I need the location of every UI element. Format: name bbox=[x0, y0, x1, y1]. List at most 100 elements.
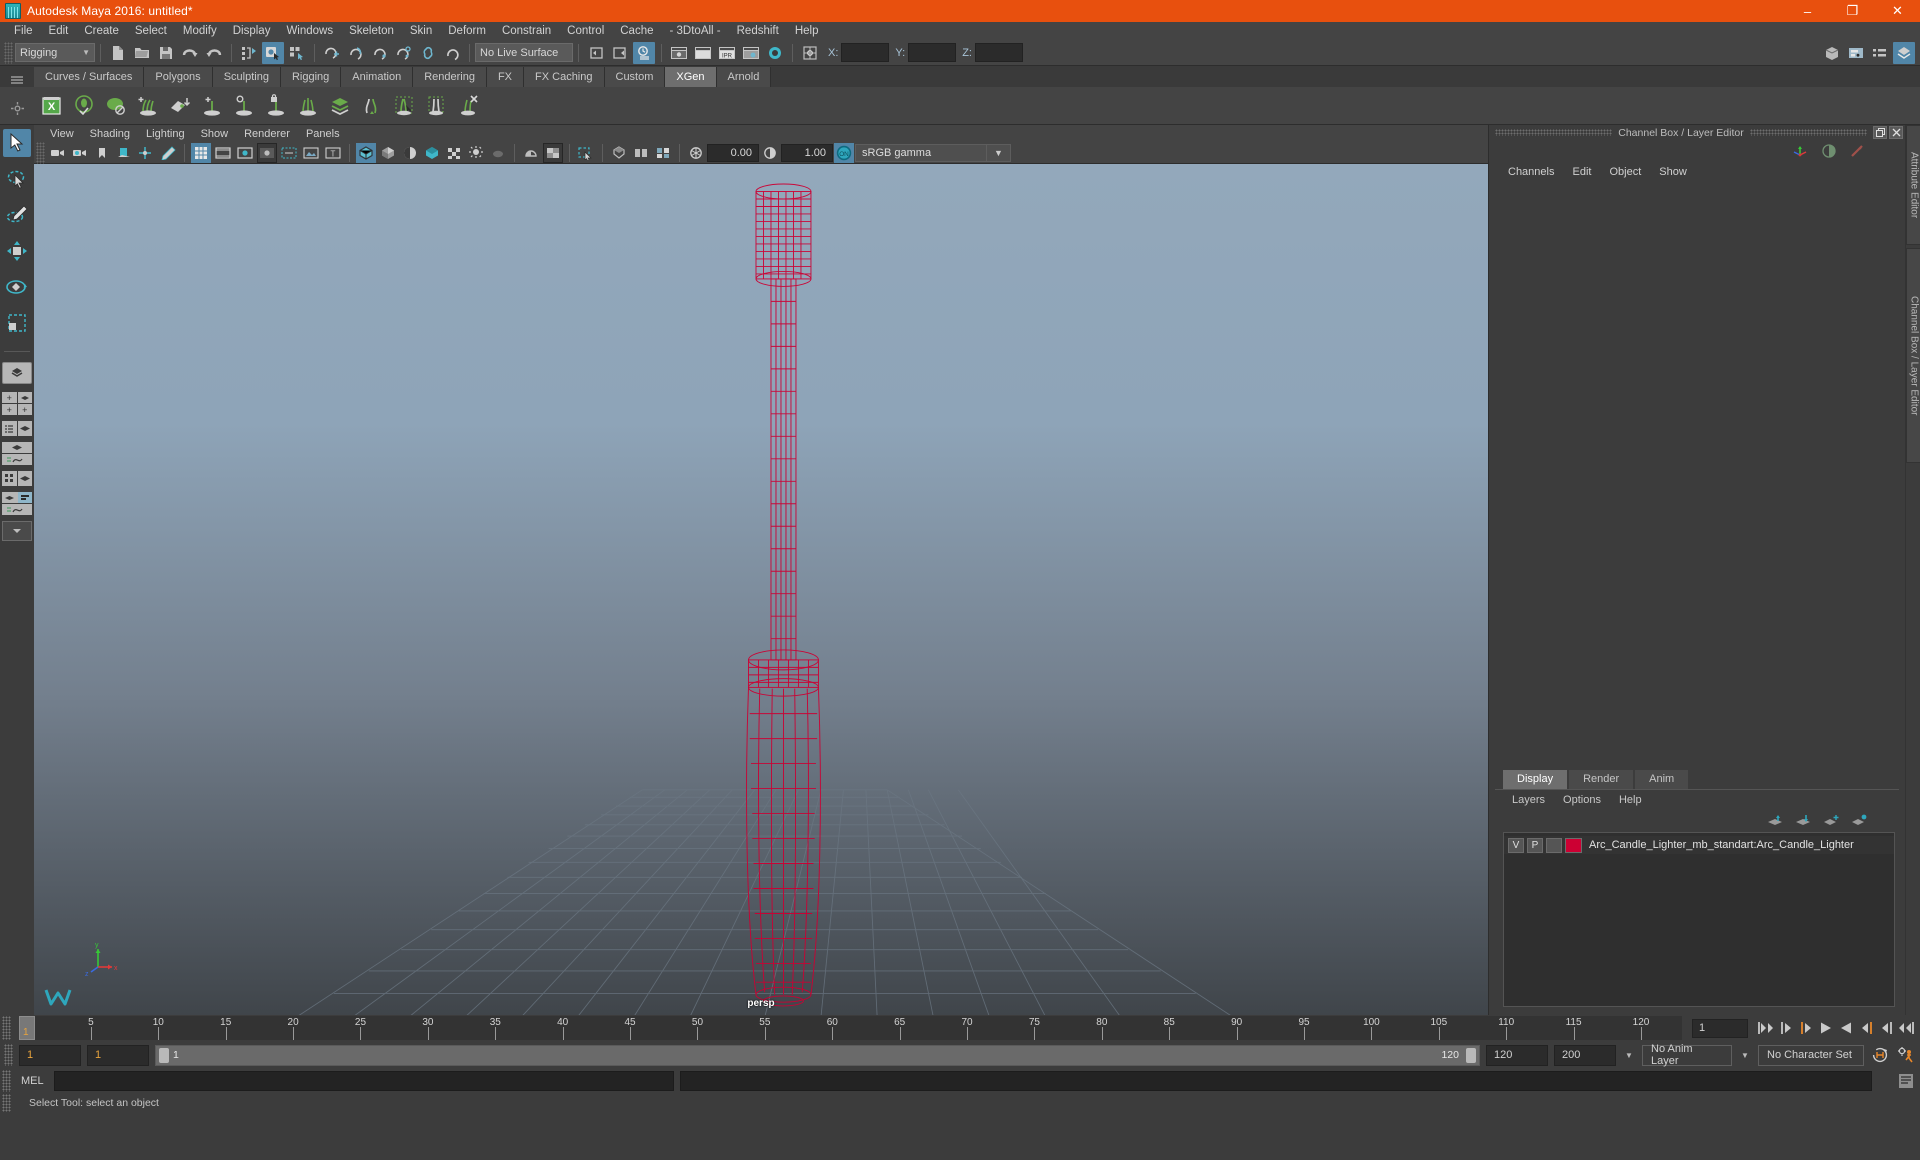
shelf-tab-polygons[interactable]: Polygons bbox=[144, 67, 213, 87]
shelf-options-icon[interactable] bbox=[10, 102, 24, 116]
viewport-menu-shading[interactable]: Shading bbox=[82, 128, 138, 140]
show-hide-editor2-icon[interactable] bbox=[609, 42, 631, 64]
live-surface-field[interactable]: No Live Surface bbox=[475, 43, 573, 62]
menu-edit[interactable]: Edit bbox=[41, 22, 77, 40]
new-scene-icon[interactable] bbox=[107, 42, 129, 64]
help-line-grip[interactable] bbox=[2, 1094, 11, 1112]
menu-skin[interactable]: Skin bbox=[402, 22, 440, 40]
animation-preferences-icon[interactable] bbox=[1896, 1045, 1916, 1065]
new-layer-from-selected-icon[interactable] bbox=[1851, 814, 1867, 826]
play-forwards-icon[interactable] bbox=[1836, 1018, 1856, 1038]
wireframe-shading-icon[interactable] bbox=[356, 142, 376, 163]
menu-control[interactable]: Control bbox=[559, 22, 612, 40]
shelf-tab-fx[interactable]: FX bbox=[486, 67, 525, 87]
animation-end-time-input[interactable]: 200 bbox=[1554, 1044, 1616, 1066]
wireframe-on-shaded-icon[interactable] bbox=[444, 143, 464, 163]
layer-menu-layers[interactable]: Layers bbox=[1503, 794, 1554, 806]
viewport-menu-renderer[interactable]: Renderer bbox=[236, 128, 298, 140]
viewport-menu-lighting[interactable]: Lighting bbox=[138, 128, 193, 140]
lasso-select-tool-icon[interactable] bbox=[3, 165, 31, 193]
ipr-label-icon[interactable]: IPR bbox=[716, 42, 738, 64]
move-tool-icon[interactable] bbox=[3, 237, 31, 265]
anim-layer-selector[interactable]: No Anim Layer bbox=[1642, 1043, 1732, 1067]
grease-pencil-icon[interactable] bbox=[158, 143, 178, 163]
move-layer-down-icon[interactable] bbox=[1795, 814, 1811, 826]
channel-box-menu-object[interactable]: Object bbox=[1600, 166, 1650, 178]
smooth-shade-all-icon[interactable] bbox=[378, 143, 398, 163]
restore-panel-icon[interactable] bbox=[1873, 126, 1887, 139]
xgen-editor-icon[interactable]: X bbox=[36, 90, 68, 122]
hypershade-icon[interactable] bbox=[764, 42, 786, 64]
time-slider-track[interactable]: 1 5 10 15 20 25 30 35 40 45 50 55 60 65 70 75 80 85 90 95 1… bbox=[19, 1016, 1682, 1040]
persp-outliner-layout-icon[interactable] bbox=[2, 421, 32, 436]
range-slider-grip[interactable] bbox=[4, 1044, 13, 1066]
transform-manipulator-icon[interactable] bbox=[799, 42, 821, 64]
select-by-object-icon[interactable] bbox=[262, 41, 284, 64]
menu-select[interactable]: Select bbox=[127, 22, 175, 40]
xgen-delete-icon[interactable] bbox=[452, 90, 484, 122]
xgen-export-icon[interactable] bbox=[164, 90, 196, 122]
four-view-layout-icon[interactable]: + + + bbox=[2, 392, 32, 415]
color-profile-selector[interactable]: sRGB gamma bbox=[855, 143, 987, 162]
gate-mask-icon[interactable] bbox=[257, 142, 277, 163]
xgen-comb-icon[interactable] bbox=[292, 90, 324, 122]
persp-graph-layout-icon[interactable] bbox=[2, 442, 32, 465]
exposure-input[interactable]: 0.00 bbox=[707, 143, 759, 162]
layer-name[interactable]: Arc_Candle_Lighter_mb_standart:Arc_Candl… bbox=[1589, 839, 1854, 851]
layer-list[interactable]: V P Arc_Candle_Lighter_mb_standart:Arc_C… bbox=[1503, 832, 1895, 1007]
shelf-tab-rendering[interactable]: Rendering bbox=[413, 67, 487, 87]
gamma-icon[interactable] bbox=[760, 143, 780, 163]
snap-to-grid-icon[interactable] bbox=[321, 42, 343, 64]
rail-tab-channel-box[interactable]: Channel Box / Layer Editor bbox=[1905, 248, 1920, 463]
chevron-down-icon[interactable]: ▼ bbox=[1738, 1045, 1752, 1066]
layer-playback-toggle[interactable]: P bbox=[1527, 837, 1543, 853]
rail-tab-attribute-editor[interactable]: Attribute Editor bbox=[1905, 125, 1920, 245]
go-to-start-icon[interactable] bbox=[1756, 1018, 1776, 1038]
layer-visibility-toggle[interactable]: V bbox=[1508, 837, 1524, 853]
bookmark-icon[interactable] bbox=[92, 143, 112, 163]
command-input[interactable] bbox=[53, 1071, 674, 1091]
single-perspective-view-icon[interactable] bbox=[2, 362, 32, 384]
layer-color-swatch[interactable] bbox=[1565, 837, 1582, 853]
statusline-grip[interactable] bbox=[4, 41, 13, 64]
save-scene-icon[interactable] bbox=[155, 42, 177, 64]
range-end-handle[interactable] bbox=[1466, 1047, 1476, 1063]
xgen-layers-icon[interactable] bbox=[324, 90, 356, 122]
range-start-handle[interactable] bbox=[159, 1047, 169, 1063]
menu-cache[interactable]: Cache bbox=[612, 22, 661, 40]
menu-help[interactable]: Help bbox=[787, 22, 827, 40]
viewport-toolbar-grip[interactable] bbox=[36, 141, 45, 164]
sidebar-channel-icon[interactable] bbox=[1869, 42, 1891, 64]
two-d-pan-zoom-icon[interactable] bbox=[136, 143, 156, 163]
layer-menu-help[interactable]: Help bbox=[1610, 794, 1651, 806]
maximize-button[interactable]: ❐ bbox=[1830, 0, 1875, 22]
shelf-tab-fx-caching[interactable]: FX Caching bbox=[524, 67, 605, 87]
screen-space-ao-icon[interactable] bbox=[521, 143, 541, 163]
layer-row[interactable]: V P Arc_Candle_Lighter_mb_standart:Arc_C… bbox=[1504, 836, 1894, 854]
render-settings-icon[interactable] bbox=[740, 42, 762, 64]
hypershade-persp-layout-icon[interactable] bbox=[2, 471, 32, 486]
xgen-add-groom-icon[interactable] bbox=[132, 90, 164, 122]
chevron-down-icon[interactable]: ▼ bbox=[1622, 1045, 1636, 1066]
smooth-shade-selected-icon[interactable] bbox=[400, 143, 420, 163]
x-input[interactable] bbox=[841, 43, 890, 62]
image-plane-icon[interactable] bbox=[114, 143, 134, 163]
sidebar-tool-icon[interactable] bbox=[1845, 42, 1867, 64]
shelf-tab-animation[interactable]: Animation bbox=[341, 67, 414, 87]
playback-end-time-input[interactable]: 120 bbox=[1486, 1044, 1548, 1066]
sidebar-attribute-icon[interactable] bbox=[1821, 42, 1843, 64]
menu-modify[interactable]: Modify bbox=[175, 22, 225, 40]
more-layouts-icon[interactable] bbox=[2, 521, 32, 541]
lighting-toggle-icon[interactable] bbox=[466, 143, 486, 163]
character-set-selector[interactable]: No Character Set bbox=[1758, 1044, 1864, 1066]
xgen-guide-region-icon[interactable] bbox=[228, 90, 260, 122]
menu-redshift[interactable]: Redshift bbox=[729, 22, 787, 40]
snap-to-point-icon[interactable] bbox=[369, 42, 391, 64]
go-to-end-icon[interactable] bbox=[1896, 1018, 1916, 1038]
layer-display-type-toggle[interactable] bbox=[1546, 837, 1562, 853]
snap-to-view-plane-icon[interactable] bbox=[441, 42, 463, 64]
paint-select-tool-icon[interactable] bbox=[3, 201, 31, 229]
step-forward-key-icon[interactable] bbox=[1856, 1018, 1876, 1038]
channel-box-toggle-icon[interactable] bbox=[1821, 143, 1837, 159]
shelf-tab-xgen[interactable]: XGen bbox=[665, 67, 717, 87]
